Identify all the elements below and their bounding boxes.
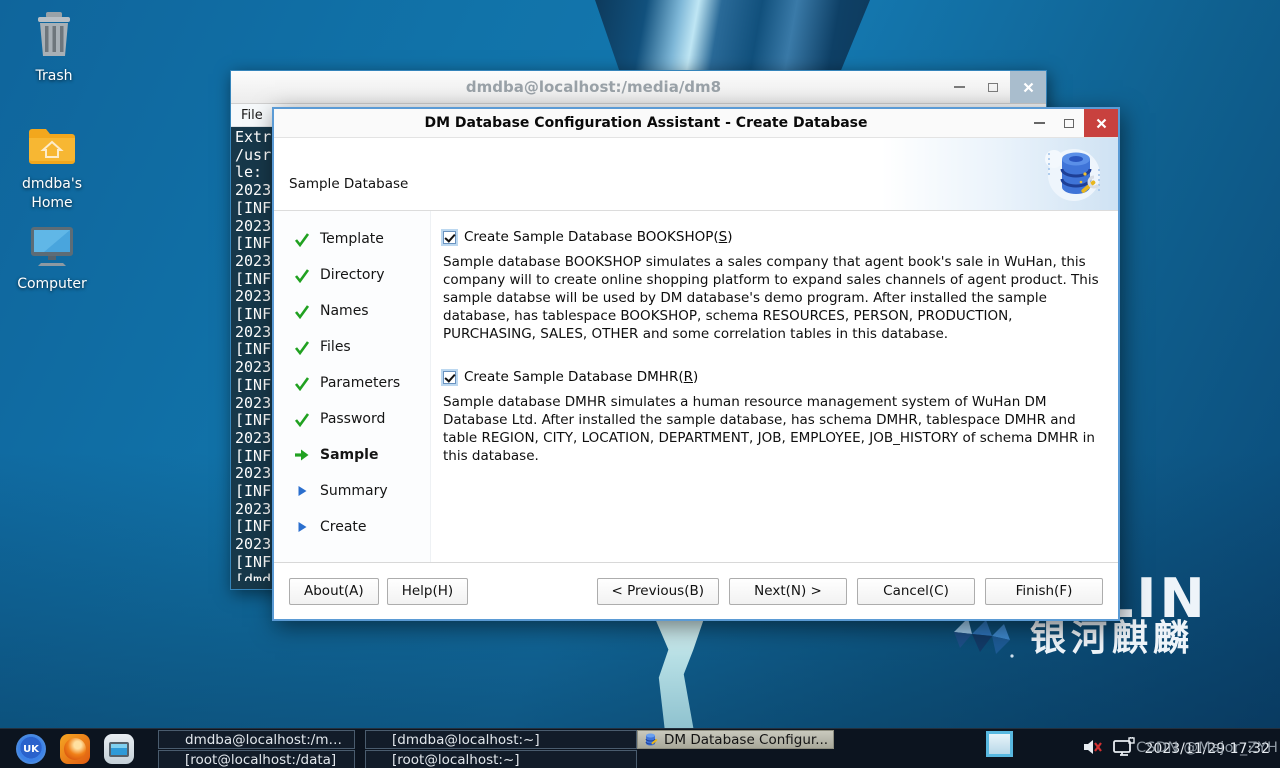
dialog-button[interactable]: < Previous(B) — [596, 577, 719, 605]
step-label: Password — [320, 411, 386, 427]
wizard-step: Summary — [274, 473, 430, 509]
bookshop-checkbox-label: Create Sample Database BOOKSHOP(S) — [464, 229, 733, 245]
computer-monitor-icon — [27, 224, 77, 272]
network-icon[interactable] — [1112, 737, 1136, 761]
task-label: [root@localhost:/data] — [185, 751, 337, 768]
desktop-icon-label: dmdba's Home — [21, 175, 83, 211]
desktop-icon-trash[interactable]: Trash — [8, 10, 100, 86]
step-state-icon — [294, 447, 310, 463]
dialog-titlebar[interactable]: DM Database Configuration Assistant - Cr… — [274, 109, 1118, 138]
step-label: Summary — [320, 483, 388, 499]
wizard-step: Directory — [274, 257, 430, 293]
wizard-steps: Template Directory Names Files Parameter… — [274, 211, 431, 562]
system-tray: 2023/11/29 17:32 — [1082, 729, 1271, 768]
wizard-step: Password — [274, 401, 430, 437]
task-row-2: [root@localhost:/data] [root@localhost:~… — [152, 750, 834, 768]
footer-left-buttons: About(A) Help(H) — [289, 577, 476, 605]
dialog-button[interactable]: Next(N) > — [729, 577, 847, 605]
taskbar-task[interactable]: DM Database Configur... — [637, 730, 835, 749]
dialog-footer: About(A) Help(H) < Previous(B) Next(N) > Ca… — [274, 562, 1118, 619]
terminal-minimize-button[interactable] — [942, 71, 976, 103]
kylin-brand-chinese: 银河麒麟 — [1030, 617, 1195, 658]
step-state-icon — [294, 519, 310, 535]
sample-database-panel: Create Sample Database BOOKSHOP(S) Sampl… — [431, 211, 1118, 562]
task-label: DM Database Configur... — [664, 731, 829, 748]
step-state-icon — [294, 339, 310, 355]
desktop: KYLIN 银河麒麟 Trash dmdba's Home — [0, 0, 1280, 768]
dialog-page-header: Sample Database — [274, 138, 1118, 211]
dmhr-description: Sample database DMHR simulates a human r… — [443, 394, 1095, 464]
dialog-close-button[interactable] — [1084, 109, 1118, 137]
home-folder-icon — [25, 124, 79, 172]
desktop-icon-label: Trash — [35, 67, 73, 84]
trash-icon — [32, 10, 76, 64]
clock[interactable]: 2023/11/29 17:32 — [1145, 741, 1271, 757]
taskbar: UK dmdba@localhost:/me... [dmdba@localho… — [0, 728, 1280, 768]
taskbar-task[interactable]: [root@localhost:/data] — [158, 750, 355, 768]
dialog-button[interactable]: Help(H) — [386, 577, 469, 605]
terminal-window-title: dmdba@localhost:/media/dm8 — [465, 78, 722, 96]
file-manager-launcher-icon[interactable] — [104, 734, 134, 764]
page-title: Sample Database — [289, 176, 409, 192]
step-label: Template — [320, 231, 384, 247]
ukui-menu-button[interactable]: UK — [16, 734, 46, 764]
dialog-title: DM Database Configuration Assistant - Cr… — [424, 115, 868, 131]
iceberg-underwater-image — [654, 616, 705, 728]
task-label: dmdba@localhost:/me... — [185, 731, 349, 748]
terminal-close-button[interactable] — [1010, 71, 1046, 103]
taskbar-task[interactable]: [dmdba@localhost:~] — [365, 730, 637, 749]
step-label: Create — [320, 519, 367, 535]
step-state-icon — [294, 231, 310, 247]
step-state-icon — [294, 267, 310, 283]
task-label: [dmdba@localhost:~] — [392, 731, 540, 748]
desktop-icon-home[interactable]: dmdba's Home — [6, 124, 98, 213]
dialog-button[interactable]: Finish(F) — [985, 577, 1103, 605]
desktop-icon-computer[interactable]: Computer — [6, 224, 98, 294]
step-label: Directory — [320, 267, 385, 283]
iceberg-image — [595, 0, 870, 80]
task-app-icon — [643, 732, 658, 747]
dbca-dialog: DM Database Configuration Assistant - Cr… — [272, 107, 1120, 621]
bookshop-description: Sample database BOOKSHOP simulates a sal… — [443, 254, 1099, 342]
wizard-step: Template — [274, 221, 430, 257]
wizard-step: Files — [274, 329, 430, 365]
step-state-icon — [294, 483, 310, 499]
step-label: Sample — [320, 447, 379, 463]
dialog-minimize-button[interactable] — [1024, 109, 1054, 137]
kylin-logo-icon — [946, 614, 1018, 664]
step-state-icon — [294, 303, 310, 319]
wizard-step: Names — [274, 293, 430, 329]
task-row-1: dmdba@localhost:/me... [dmdba@localhost:… — [152, 730, 835, 749]
step-label: Files — [320, 339, 351, 355]
show-desktop-button[interactable] — [986, 731, 1013, 757]
step-label: Names — [320, 303, 369, 319]
terminal-menu-file[interactable]: File — [241, 108, 263, 123]
step-state-icon — [294, 375, 310, 391]
taskbar-task[interactable]: dmdba@localhost:/me... — [158, 730, 355, 749]
taskbar-task[interactable]: [root@localhost:~] — [365, 750, 637, 768]
wizard-step: Parameters — [274, 365, 430, 401]
bookshop-checkbox[interactable] — [443, 230, 456, 244]
step-state-icon — [294, 411, 310, 427]
terminal-titlebar[interactable]: dmdba@localhost:/media/dm8 — [231, 71, 1046, 104]
task-label: [root@localhost:~] — [392, 751, 520, 768]
dialog-button[interactable]: About(A) — [289, 577, 379, 605]
dmhr-checkbox[interactable] — [443, 370, 456, 384]
firefox-launcher-icon[interactable] — [60, 734, 90, 764]
dbca-icon — [645, 733, 658, 746]
wizard-step: Create — [274, 509, 430, 545]
step-label: Parameters — [320, 375, 401, 391]
volume-muted-icon[interactable] — [1082, 737, 1103, 761]
wizard-step: Sample — [274, 437, 430, 473]
database-config-icon — [1036, 145, 1106, 207]
desktop-icon-label: Computer — [17, 275, 87, 292]
footer-right-buttons: < Previous(B) Next(N) > Cancel(C) Finish(F) — [587, 577, 1103, 605]
dmhr-checkbox-label: Create Sample Database DMHR(R) — [464, 369, 699, 385]
dialog-maximize-button[interactable] — [1054, 109, 1084, 137]
terminal-maximize-button[interactable] — [976, 71, 1010, 103]
dialog-button[interactable]: Cancel(C) — [857, 577, 975, 605]
